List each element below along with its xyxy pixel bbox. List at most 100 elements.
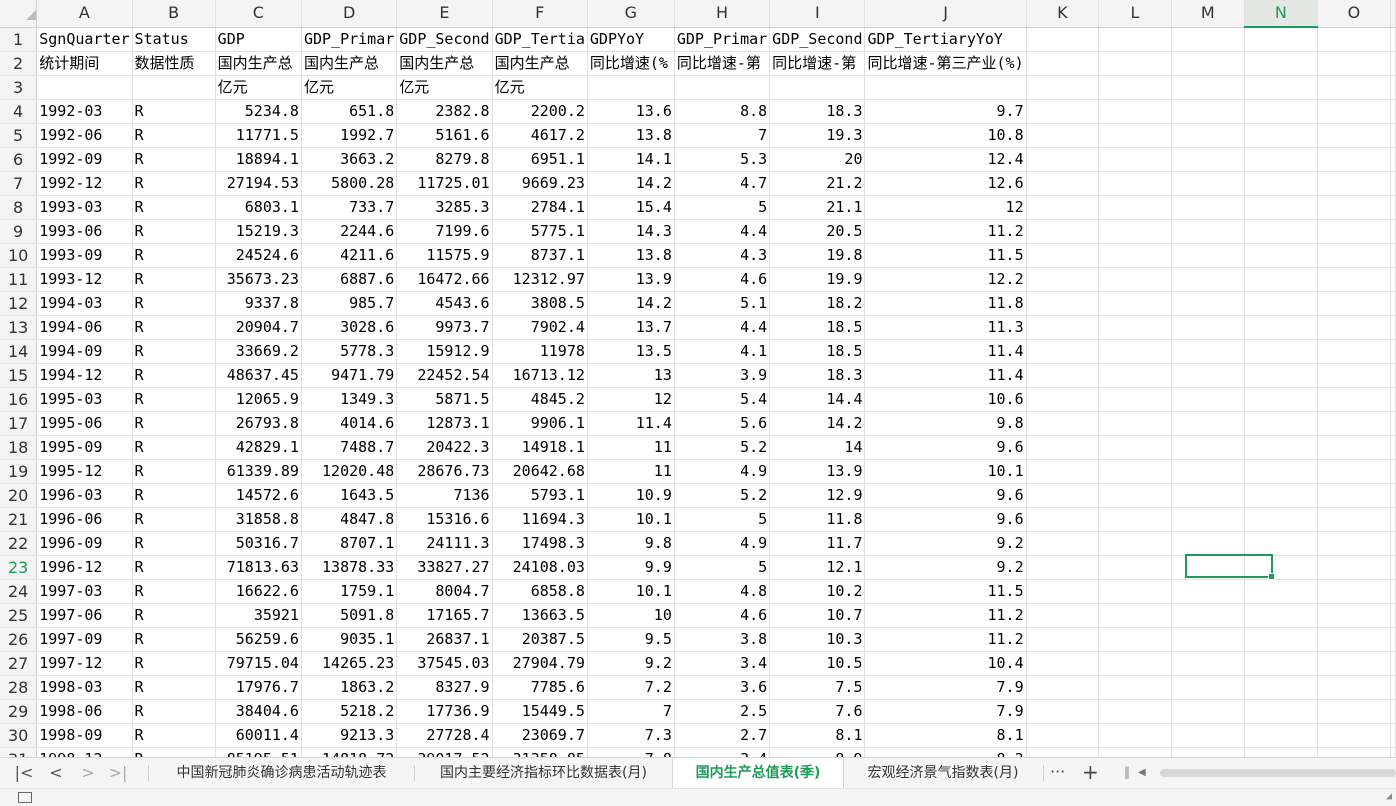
cell-L4[interactable] xyxy=(1098,99,1172,124)
next-sheet-nav-icon[interactable]: > xyxy=(76,762,100,784)
cell-D11[interactable]: 6887.6 xyxy=(301,267,398,292)
cell-L13[interactable] xyxy=(1098,315,1172,340)
cell-K14[interactable] xyxy=(1026,339,1100,364)
row-header[interactable]: 11 xyxy=(0,267,38,292)
cell-I19[interactable]: 13.9 xyxy=(769,459,866,484)
cell-B7[interactable]: R xyxy=(132,171,216,196)
cell-D2[interactable]: 国内生产总 xyxy=(301,51,398,76)
cell-F19[interactable]: 20642.68 xyxy=(492,459,588,484)
cell-B23[interactable]: R xyxy=(132,555,216,580)
cell-B30[interactable]: R xyxy=(132,723,216,748)
cell-F28[interactable]: 7785.6 xyxy=(492,675,588,700)
cell-E30[interactable]: 27728.4 xyxy=(396,723,493,748)
cell-B15[interactable]: R xyxy=(132,363,216,388)
cell-C4[interactable]: 5234.8 xyxy=(215,99,302,124)
cell-N15[interactable] xyxy=(1244,363,1318,388)
cell-J2[interactable]: 同比增速-第三产业(%) xyxy=(864,51,1027,76)
cell-overflow[interactable] xyxy=(1390,99,1396,124)
cell-C26[interactable]: 56259.6 xyxy=(215,627,302,652)
cell-C14[interactable]: 33669.2 xyxy=(215,339,302,364)
cell-E13[interactable]: 9973.7 xyxy=(396,315,493,340)
cell-overflow[interactable] xyxy=(1390,459,1396,484)
row-header[interactable]: 10 xyxy=(0,243,38,268)
row-header[interactable]: 9 xyxy=(0,219,38,244)
cell-K17[interactable] xyxy=(1026,411,1100,436)
cell-J3[interactable] xyxy=(864,75,1027,100)
cell-J16[interactable]: 10.6 xyxy=(864,387,1027,412)
cell-A31[interactable]: 1998-12 xyxy=(36,747,133,757)
cell-L3[interactable] xyxy=(1098,75,1172,100)
cell-K18[interactable] xyxy=(1026,435,1100,460)
cell-H3[interactable] xyxy=(674,75,771,100)
cell-C17[interactable]: 26793.8 xyxy=(215,411,302,436)
cell-E17[interactable]: 12873.1 xyxy=(396,411,493,436)
cell-H19[interactable]: 4.9 xyxy=(674,459,771,484)
cell-B27[interactable]: R xyxy=(132,651,216,676)
cell-M13[interactable] xyxy=(1171,315,1245,340)
cell-B17[interactable]: R xyxy=(132,411,216,436)
cell-F8[interactable]: 2784.1 xyxy=(492,195,588,220)
cell-K22[interactable] xyxy=(1026,531,1100,556)
cell-M9[interactable] xyxy=(1171,219,1245,244)
cell-F12[interactable]: 3808.5 xyxy=(492,291,588,316)
cell-D18[interactable]: 7488.7 xyxy=(301,435,398,460)
cell-B9[interactable]: R xyxy=(132,219,216,244)
cell-I9[interactable]: 20.5 xyxy=(769,219,866,244)
cell-C15[interactable]: 48637.45 xyxy=(215,363,302,388)
cell-D14[interactable]: 5778.3 xyxy=(301,339,398,364)
cell-A26[interactable]: 1997-09 xyxy=(36,627,133,652)
cell-G13[interactable]: 13.7 xyxy=(587,315,675,340)
cell-A20[interactable]: 1996-03 xyxy=(36,483,133,508)
cell-G30[interactable]: 7.3 xyxy=(587,723,675,748)
cell-N8[interactable] xyxy=(1244,195,1318,220)
cell-E1[interactable]: GDP_Second xyxy=(396,27,493,52)
cell-L16[interactable] xyxy=(1098,387,1172,412)
column-header-C[interactable]: C xyxy=(215,0,302,28)
cell-E4[interactable]: 2382.8 xyxy=(396,99,493,124)
cell-C1[interactable]: GDP xyxy=(215,27,302,52)
cell-M8[interactable] xyxy=(1171,195,1245,220)
cell-A8[interactable]: 1993-03 xyxy=(36,195,133,220)
cell-E7[interactable]: 11725.01 xyxy=(396,171,493,196)
cell-C27[interactable]: 79715.04 xyxy=(215,651,302,676)
column-header-E[interactable]: E xyxy=(396,0,493,28)
cell-F31[interactable]: 31358.85 xyxy=(492,747,588,757)
cell-A12[interactable]: 1994-03 xyxy=(36,291,133,316)
cell-L10[interactable] xyxy=(1098,243,1172,268)
cell-O4[interactable] xyxy=(1317,99,1392,124)
row-header[interactable]: 8 xyxy=(0,195,38,220)
column-header-B[interactable]: B xyxy=(132,0,216,28)
cell-O5[interactable] xyxy=(1317,123,1392,148)
cell-N21[interactable] xyxy=(1244,507,1318,532)
cell-L1[interactable] xyxy=(1098,27,1172,52)
cell-E19[interactable]: 28676.73 xyxy=(396,459,493,484)
cell-E12[interactable]: 4543.6 xyxy=(396,291,493,316)
cell-B13[interactable]: R xyxy=(132,315,216,340)
cell-C7[interactable]: 27194.53 xyxy=(215,171,302,196)
cell-I12[interactable]: 18.2 xyxy=(769,291,866,316)
cell-O11[interactable] xyxy=(1317,267,1392,292)
cell-E25[interactable]: 17165.7 xyxy=(396,603,493,628)
cell-F4[interactable]: 2200.2 xyxy=(492,99,588,124)
cell-O31[interactable] xyxy=(1317,747,1392,757)
cell-L23[interactable] xyxy=(1098,555,1172,580)
cell-G25[interactable]: 10 xyxy=(587,603,675,628)
row-header[interactable]: 16 xyxy=(0,387,38,412)
row-header[interactable]: 21 xyxy=(0,507,38,532)
cell-K23[interactable] xyxy=(1026,555,1100,580)
cell-D25[interactable]: 5091.8 xyxy=(301,603,398,628)
cell-I31[interactable]: 8.9 xyxy=(769,747,866,757)
cell-D31[interactable]: 14818.72 xyxy=(301,747,398,757)
cell-I10[interactable]: 19.8 xyxy=(769,243,866,268)
cell-I24[interactable]: 10.2 xyxy=(769,579,866,604)
cell-K2[interactable] xyxy=(1026,51,1100,76)
cell-A6[interactable]: 1992-09 xyxy=(36,147,133,172)
cell-J10[interactable]: 11.5 xyxy=(864,243,1027,268)
cell-G4[interactable]: 13.6 xyxy=(587,99,675,124)
cell-H2[interactable]: 同比增速-第 xyxy=(674,51,771,76)
cell-I30[interactable]: 8.1 xyxy=(769,723,866,748)
cell-O28[interactable] xyxy=(1317,675,1392,700)
horizontal-scroll-thumb[interactable] xyxy=(1160,769,1396,777)
column-header-F[interactable]: F xyxy=(492,0,588,28)
cell-I23[interactable]: 12.1 xyxy=(769,555,866,580)
